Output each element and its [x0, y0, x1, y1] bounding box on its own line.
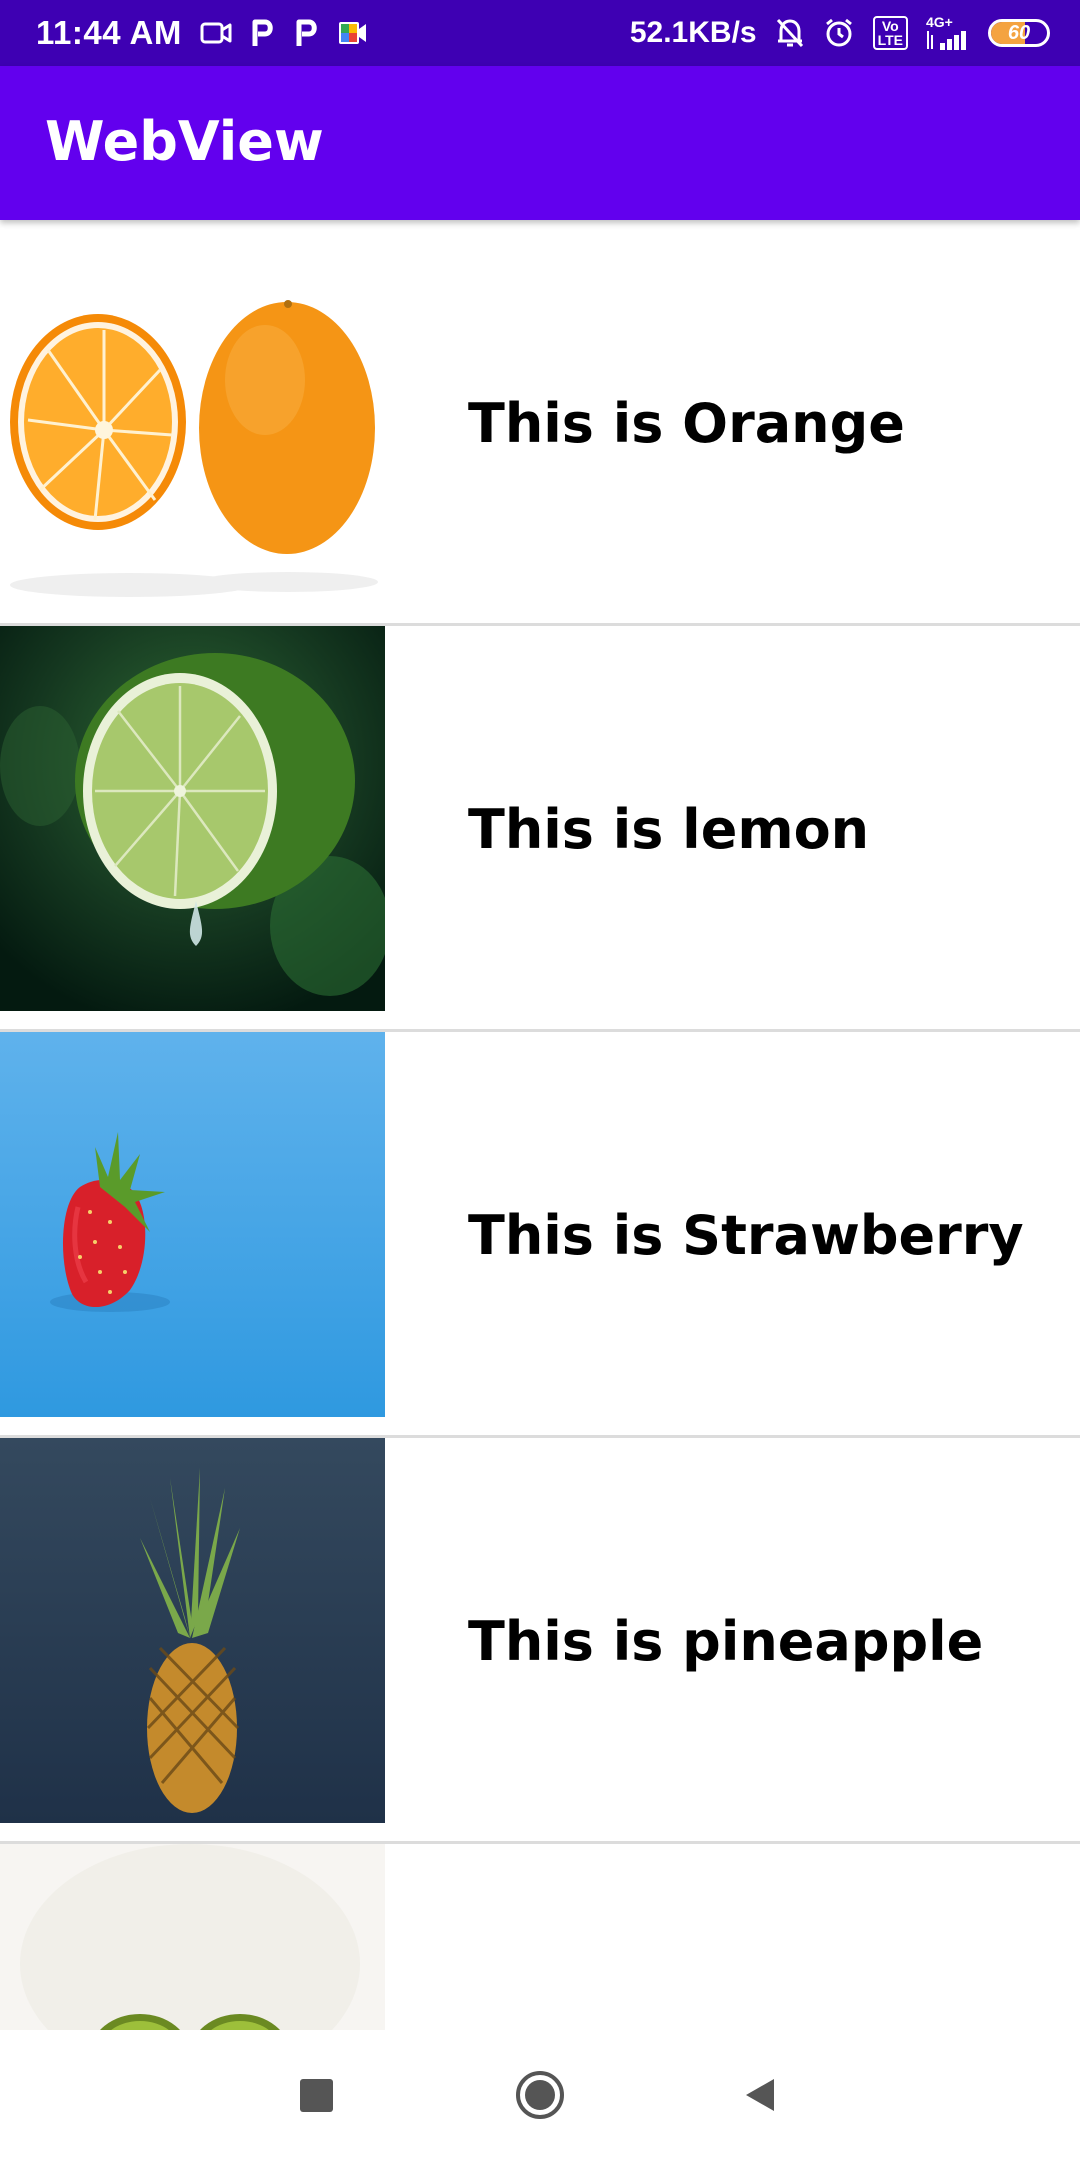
- strawberry-image: [0, 1032, 385, 1417]
- list-item-label: This is lemon: [468, 797, 870, 861]
- app-bar: WebView: [0, 66, 1080, 220]
- battery-icon: 60: [988, 19, 1050, 47]
- list-item[interactable]: This is Orange: [0, 220, 1080, 626]
- orange-image: [0, 220, 385, 605]
- meet-icon: [338, 20, 368, 46]
- pineapple-image: [0, 1438, 385, 1823]
- back-triangle-icon: [746, 2079, 774, 2111]
- p-app-icon: [250, 18, 276, 48]
- status-time: 11:44 AM: [36, 14, 182, 51]
- list-item[interactable]: [0, 1844, 1080, 2030]
- list-item-label: This is pineapple: [468, 1609, 984, 1673]
- kiwi-image: [0, 1844, 385, 2030]
- recents-button[interactable]: [286, 2065, 346, 2125]
- home-button[interactable]: [510, 2065, 570, 2125]
- lemon-image: [0, 626, 385, 1011]
- status-bar: 11:44 AM 52.1KB/s Vo LTE 4G+ 60: [0, 0, 1080, 66]
- p-app-icon: [294, 18, 320, 48]
- status-left: 11:44 AM: [36, 14, 368, 52]
- app-title: WebView: [45, 109, 324, 173]
- status-right: 52.1KB/s Vo LTE 4G+ 60: [630, 15, 1050, 51]
- list-item[interactable]: This is Strawberry: [0, 1032, 1080, 1438]
- circle-icon: [516, 2071, 564, 2119]
- square-icon: [299, 2078, 333, 2112]
- volte-label: Vo LTE: [877, 18, 903, 48]
- video-camera-icon: [200, 20, 232, 46]
- list-item[interactable]: This is lemon: [0, 626, 1080, 1032]
- volte-icon: Vo LTE: [872, 16, 908, 50]
- list-item-label: This is Orange: [468, 391, 905, 455]
- net-speed: 52.1KB/s: [629, 16, 757, 49]
- alarm-icon: [823, 17, 855, 49]
- battery-level: 60: [1007, 21, 1031, 44]
- back-button[interactable]: [730, 2065, 790, 2125]
- list-item-label: This is Strawberry: [468, 1203, 1024, 1267]
- list-item[interactable]: This is pineapple: [0, 1438, 1080, 1844]
- network-label: 4G+: [926, 14, 953, 30]
- fruit-list[interactable]: This is Orange This is lemon This is Str…: [0, 220, 1080, 2030]
- signal-icon: 4G+: [926, 15, 970, 51]
- bell-off-icon: [775, 17, 805, 49]
